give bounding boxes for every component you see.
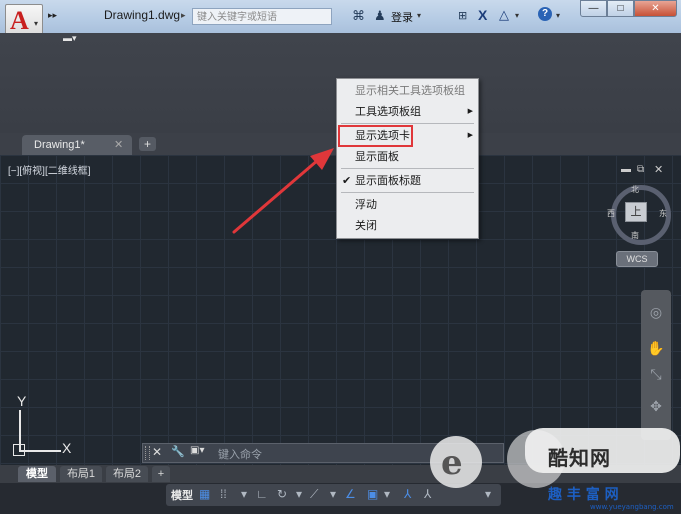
ucs-y-label: Y — [17, 393, 27, 409]
chevron-down-icon[interactable]: ▾ — [417, 11, 421, 20]
document-title: Drawing1.dwg — [104, 8, 181, 22]
object-track-icon[interactable]: ▣ — [367, 487, 378, 501]
wcs-menu[interactable]: WCS — [616, 251, 658, 267]
orbit-icon[interactable]: ✥ — [646, 398, 666, 415]
zoom-icon[interactable]: ⤡ — [646, 366, 666, 383]
viewport-maximize-icon[interactable]: ⧉ — [637, 164, 644, 175]
viewcube-top-face[interactable]: 上 — [625, 202, 647, 222]
viewport-controls[interactable]: [−][俯视][二维线框] — [8, 162, 91, 177]
highlight-box — [338, 125, 413, 147]
viewport-minimize-icon[interactable]: ▬ — [621, 164, 631, 175]
isodraft-icon[interactable]: ⟋ — [310, 487, 318, 502]
compass-south[interactable]: 南 — [631, 230, 639, 241]
annotation-icon[interactable]: ⅄ — [404, 487, 411, 501]
annotation-scale-icon[interactable]: ⅄ — [424, 487, 431, 501]
search-expand-icon[interactable]: ▸ — [181, 10, 186, 21]
menu-item-float[interactable]: 浮动 — [337, 195, 478, 215]
settings-icon[interactable]: ▾ — [485, 487, 491, 501]
close-button[interactable]: ✕ — [634, 0, 677, 17]
ucs-origin-icon — [13, 444, 25, 456]
tab-model[interactable]: 模型 — [18, 466, 56, 482]
context-menu: 显示相关工具选项板组 工具选项板组 ▶ 显示选项卡 ▶ 显示面板 ✔ 显示面板标… — [336, 78, 479, 239]
steering-wheel-icon[interactable]: ◎ — [646, 304, 666, 321]
menu-item-label: 显示相关工具选项板组 — [355, 85, 465, 97]
user-icon[interactable]: ♟ — [374, 8, 386, 24]
chevron-down-icon[interactable]: ▾ — [556, 11, 560, 20]
minimize-button[interactable]: — — [580, 0, 607, 17]
chevron-down-icon[interactable]: ▾ — [241, 487, 247, 501]
menu-separator — [341, 168, 474, 169]
exchange-icon[interactable]: ⊞ — [458, 9, 467, 22]
pan-hand-icon[interactable]: ✋ — [646, 340, 666, 357]
model-space-button[interactable]: 模型 — [171, 487, 193, 503]
autocad-logo: A — [10, 6, 29, 35]
command-line-grip[interactable] — [145, 446, 150, 460]
submenu-arrow-icon: ▶ — [467, 108, 473, 115]
checkmark-icon: ✔ — [342, 175, 352, 187]
binoculars-icon[interactable]: ⌘ — [352, 8, 365, 24]
ortho-icon[interactable]: ∟ — [256, 487, 268, 501]
new-tab-button[interactable]: + — [139, 137, 156, 151]
polar-icon[interactable]: ↻ — [277, 487, 287, 501]
compass-west[interactable]: 西 — [607, 208, 615, 219]
ribbon-toggle-icon[interactable]: ▬▾ — [63, 33, 77, 44]
watermark-url: www.yueyangbang.com — [590, 503, 674, 511]
compass-east[interactable]: 东 — [659, 208, 667, 219]
wrench-icon[interactable]: 🔧 — [171, 445, 185, 458]
object-snap-icon[interactable]: ∠ — [345, 487, 356, 501]
close-icon[interactable]: ✕ — [152, 445, 162, 459]
maximize-button[interactable]: □ — [607, 0, 634, 17]
add-layout-button[interactable]: + — [152, 466, 170, 482]
viewport-close-icon[interactable]: ✕ — [654, 163, 663, 176]
menu-item-label: 关闭 — [355, 220, 377, 232]
menu-item-show-related-palettes: 显示相关工具选项板组 — [337, 81, 478, 101]
menu-separator — [341, 192, 474, 193]
chevron-down-icon: ▾ — [34, 19, 39, 28]
menu-item-show-panel-titles[interactable]: ✔ 显示面板标题 — [337, 171, 478, 191]
menu-item-show-panels[interactable]: 显示面板 — [337, 147, 478, 167]
search-input[interactable]: 键入关键字或短语 — [192, 8, 332, 25]
compass-north[interactable]: 北 — [631, 184, 639, 195]
menu-item-close[interactable]: 关闭 — [337, 216, 478, 236]
submenu-arrow-icon: ▶ — [467, 132, 473, 139]
chevron-down-icon[interactable]: ▾ — [296, 487, 302, 501]
x-exchange-icon[interactable]: X — [478, 7, 487, 23]
red-pointer-arrow — [232, 148, 334, 234]
watermark-subtitle: 趣 丰 富 网 — [548, 487, 619, 503]
chevron-down-icon[interactable]: ▾ — [515, 11, 519, 20]
snap-icon[interactable]: ⁞⁞ — [220, 487, 227, 501]
menu-item-label: 浮动 — [355, 199, 377, 211]
help-icon[interactable]: ? — [538, 7, 552, 21]
command-input[interactable]: 键入命令 — [218, 446, 262, 462]
menu-separator — [341, 123, 474, 124]
chevron-down-icon[interactable]: ▾ — [330, 487, 336, 501]
watermark-brand: 酷知网 — [548, 446, 611, 470]
menu-item-label: 显示面板 — [355, 151, 399, 163]
command-history-icon[interactable]: ▣▾ — [190, 445, 204, 456]
grid-icon[interactable]: ▦ — [199, 487, 210, 501]
chevron-down-icon[interactable]: ▾ — [384, 487, 390, 501]
autodesk-360-icon[interactable]: △ — [499, 7, 509, 23]
menu-item-label: 显示面板标题 — [355, 175, 421, 187]
menu-item-label: 工具选项板组 — [355, 106, 421, 118]
watermark-logo-icon: e — [441, 443, 463, 483]
login-button[interactable]: 登录 — [391, 9, 413, 25]
title-bar — [0, 0, 681, 34]
quick-access-expand-icon[interactable]: ▸▸ — [48, 10, 57, 21]
tab-close-icon[interactable]: ✕ — [114, 138, 123, 151]
tab-layout1[interactable]: 布局1 — [60, 466, 102, 482]
menu-item-palette-groups[interactable]: 工具选项板组 ▶ — [337, 102, 478, 122]
ucs-x-axis — [19, 450, 61, 452]
ucs-x-label: X — [62, 440, 72, 456]
tab-layout2[interactable]: 布局2 — [106, 466, 148, 482]
